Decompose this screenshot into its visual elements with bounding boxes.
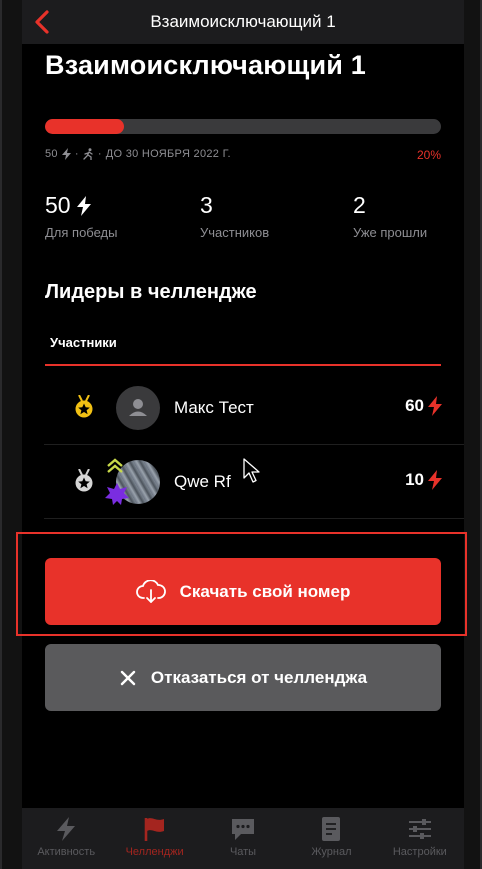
chat-icon xyxy=(232,819,255,840)
tab-participants[interactable]: Участники xyxy=(45,330,131,366)
tab-label: Чаты xyxy=(229,846,257,858)
settings-icon xyxy=(408,819,431,839)
app-screen: Взаимоисключающий 1 Взаимоисключающий 1 … xyxy=(22,0,464,869)
tab-label: Активность xyxy=(37,846,96,858)
lightning-icon xyxy=(428,470,442,490)
running-icon xyxy=(83,148,93,160)
lightning-icon xyxy=(428,396,442,416)
tab-challenges[interactable]: Челленджи xyxy=(110,808,198,869)
tab-chats[interactable]: Чаты xyxy=(199,808,287,869)
participant-score: 60 xyxy=(405,396,442,416)
page-title: Взаимоисключающий 1 xyxy=(45,50,366,80)
score-value: 60 xyxy=(405,396,424,415)
lightning-icon xyxy=(57,817,76,841)
stat-label: Уже прошли xyxy=(353,225,428,240)
stat-value: 3 xyxy=(200,192,213,218)
stat-label: Для победы xyxy=(45,225,118,240)
stat-value: 50 xyxy=(45,192,71,218)
leave-button-label: Отказаться от челленджа xyxy=(150,667,368,687)
stat-participants: 3 Участников xyxy=(200,192,269,240)
lightning-icon xyxy=(76,195,91,216)
tab-label: Журнал xyxy=(311,846,352,858)
tab-settings[interactable]: Настройки xyxy=(376,808,464,869)
score-value: 10 xyxy=(405,470,424,489)
challenge-progress-bar xyxy=(45,119,441,134)
separator-dot: · xyxy=(97,148,102,160)
lightning-icon xyxy=(61,148,71,160)
participant-name: Qwe Rf xyxy=(174,472,231,491)
participant-score: 10 xyxy=(405,470,442,490)
progress-bar-fill xyxy=(45,119,125,134)
gold-medal-icon xyxy=(75,395,93,418)
tab-label: Участники xyxy=(50,335,117,350)
mouse-cursor-icon xyxy=(243,458,260,483)
bottom-tab-bar: Активность Челленджи Чаты Журнал Настрой… xyxy=(22,808,464,869)
points-value: 50 xyxy=(45,148,58,160)
badge-icon xyxy=(105,483,129,505)
nav-title: Взаимоисключающий 1 xyxy=(150,12,336,31)
close-icon xyxy=(120,670,136,685)
stat-to-win: 50 Для победы xyxy=(45,192,117,240)
participant-name: Макс Тест xyxy=(174,398,254,417)
level-chevrons-icon xyxy=(107,458,123,473)
leave-challenge-button[interactable]: Отказаться от челленджа xyxy=(45,644,441,711)
tab-label: Настройки xyxy=(392,846,447,858)
highlight-frame xyxy=(16,532,467,636)
user-icon xyxy=(129,399,147,416)
stat-label: Участников xyxy=(200,225,270,240)
device-left-edge xyxy=(0,0,2,869)
tab-underline xyxy=(45,364,441,366)
separator-dot: · xyxy=(74,148,79,160)
stat-completed: 2 Уже прошли xyxy=(353,192,427,240)
journal-icon xyxy=(322,817,341,841)
silver-medal-icon xyxy=(75,469,93,492)
tab-activity[interactable]: Активность xyxy=(22,808,110,869)
progress-percent: 20% xyxy=(416,148,441,162)
leaderboard-row[interactable]: Макс Тест 60 xyxy=(44,372,464,445)
tab-label: Челленджи xyxy=(125,846,184,858)
avatar xyxy=(116,386,160,430)
tab-journal[interactable]: Журнал xyxy=(287,808,375,869)
navigation-bar: Взаимоисключающий 1 xyxy=(22,0,464,44)
flag-icon xyxy=(144,818,164,841)
stat-value: 2 xyxy=(353,192,366,218)
leaders-title: Лидеры в челлендже xyxy=(45,281,257,303)
challenge-meta: 50 · · ДО 30 НОЯБРЯ 2022 Г. xyxy=(45,148,231,160)
deadline-text: ДО 30 НОЯБРЯ 2022 Г. xyxy=(105,148,231,160)
